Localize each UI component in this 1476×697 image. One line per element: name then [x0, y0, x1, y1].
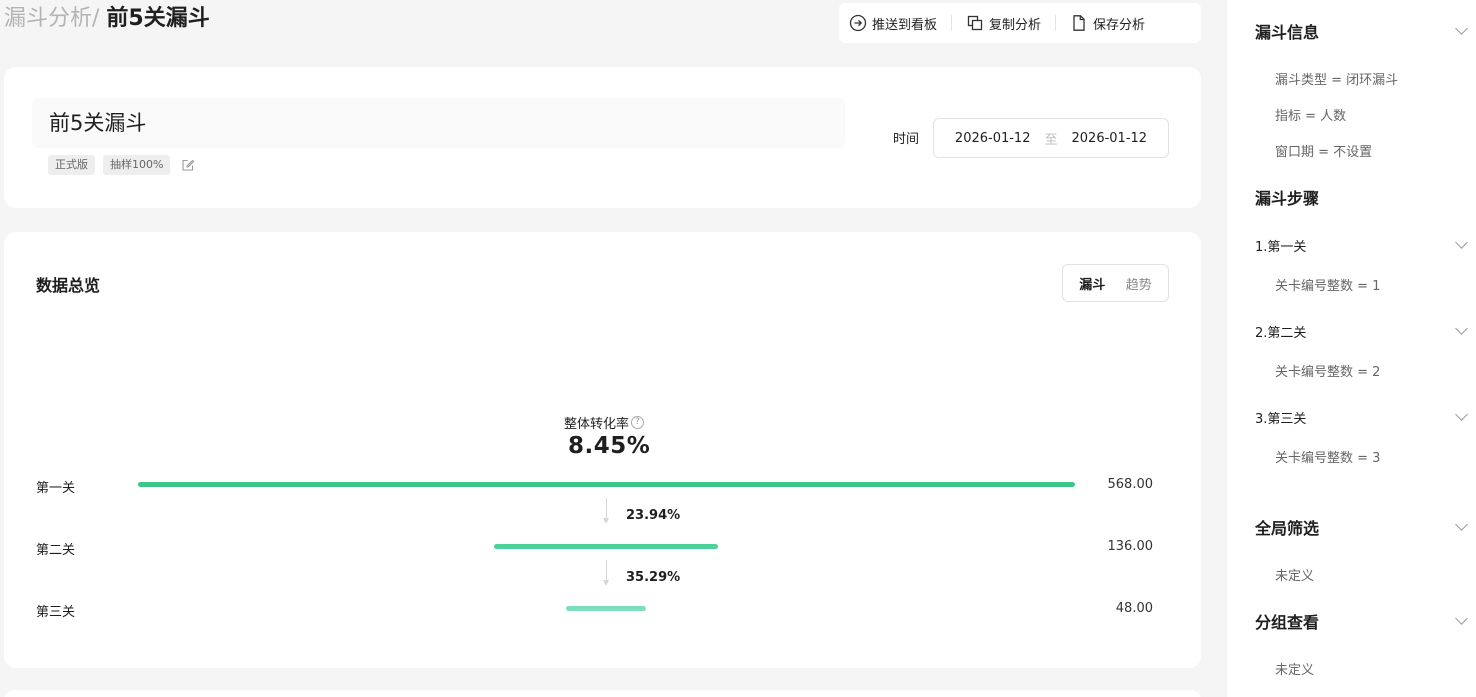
next-card [4, 690, 1201, 697]
global-filter-value: 未定义 [1275, 569, 1315, 584]
overview-title: 数据总览 [36, 276, 101, 295]
data-overview-card: 数据总览 漏斗 趋势 整体转化率 ? 8.45% 第一关 568.00 23.94%… [4, 232, 1201, 668]
step-conversion-rate: 35.29% [626, 570, 681, 585]
version-tag: 正式版 [48, 155, 95, 175]
push-to-board-label: 推送到看板 [872, 17, 938, 33]
save-analysis-button[interactable]: 保存分析 [1070, 14, 1145, 33]
funnel-title-input[interactable]: 前5关漏斗 [32, 98, 845, 148]
chevron-down-icon[interactable] [1455, 408, 1468, 421]
funnel-bar[interactable] [137, 482, 1075, 487]
funnel-bar[interactable] [493, 544, 719, 549]
funnel-step-value: 136.00 [1107, 539, 1154, 554]
breadcrumb-parent[interactable]: 漏斗分析/ [4, 6, 99, 31]
edit-icon[interactable] [180, 157, 196, 173]
funnel-header-card: 前5关漏斗 正式版 抽样100% 时间 2026-01-12 至 2026-01… [4, 67, 1201, 208]
funnel-step-label: 第二关 [36, 543, 76, 558]
chevron-down-icon[interactable] [1455, 322, 1468, 335]
chevron-down-icon[interactable] [1455, 612, 1468, 625]
funnel-step-label: 第一关 [36, 481, 76, 496]
overall-conversion-text: 整体转化率 [564, 417, 630, 432]
toolbar: 推送到看板 复制分析 保存分析 [839, 3, 1201, 43]
copy-analysis-label: 复制分析 [989, 17, 1042, 33]
overall-conversion-value: 8.45% [568, 433, 651, 459]
date-start: 2026-01-12 [954, 130, 1031, 146]
date-end: 2026-01-12 [1071, 130, 1148, 146]
divider [1055, 15, 1057, 31]
date-separator: 至 [1044, 132, 1058, 148]
date-range-picker[interactable]: 2026-01-12 至 2026-01-12 [933, 118, 1169, 158]
funnel-step-value: 48.00 [1115, 601, 1153, 616]
sampling-tag: 抽样100% [103, 155, 171, 175]
funnel-step-label: 第三关 [36, 605, 76, 620]
step-1-condition: 关卡编号整数 = 1 [1275, 279, 1381, 294]
save-analysis-label: 保存分析 [1093, 17, 1146, 33]
time-label: 时间 [893, 132, 920, 147]
copy-icon [966, 14, 984, 32]
funnel-info-title[interactable]: 漏斗信息 [1255, 19, 1319, 43]
tab-funnel[interactable]: 漏斗 [1079, 274, 1105, 293]
push-to-board-button[interactable]: 推送到看板 [849, 14, 937, 33]
arrow-down-icon [603, 498, 609, 528]
arrow-right-circle-icon [849, 14, 867, 32]
arrow-down-icon [603, 560, 609, 590]
global-filter-title[interactable]: 全局筛选 [1255, 515, 1319, 539]
group-by-value: 未定义 [1275, 663, 1315, 678]
step-1-label[interactable]: 1.第一关 [1255, 236, 1306, 255]
window-item: 窗口期 = 不设置 [1275, 145, 1373, 160]
tab-trend[interactable]: 趋势 [1126, 274, 1152, 293]
chevron-down-icon[interactable] [1455, 236, 1468, 249]
group-by-title[interactable]: 分组查看 [1255, 609, 1319, 633]
copy-analysis-button[interactable]: 复制分析 [966, 14, 1041, 33]
step-conversion-rate: 23.94% [626, 508, 681, 523]
overall-conversion-label: 整体转化率 ? [564, 413, 645, 432]
tag-group: 正式版 抽样100% [48, 155, 196, 175]
chevron-down-icon[interactable] [1455, 518, 1468, 531]
help-icon[interactable]: ? [631, 416, 645, 429]
breadcrumb: 漏斗分析/ 前5关漏斗 [4, 4, 210, 34]
breadcrumb-current: 前5关漏斗 [106, 6, 210, 31]
divider [951, 15, 953, 31]
file-icon [1070, 14, 1088, 32]
metric-item: 指标 = 人数 [1275, 109, 1347, 124]
funnel-steps-title: 漏斗步骤 [1255, 189, 1320, 208]
funnel-step-value: 568.00 [1107, 477, 1154, 492]
step-2-condition: 关卡编号整数 = 2 [1275, 365, 1381, 380]
chevron-down-icon[interactable] [1455, 22, 1468, 35]
view-toggle: 漏斗 趋势 [1062, 264, 1169, 302]
step-3-condition: 关卡编号整数 = 3 [1275, 451, 1381, 466]
funnel-type-item: 漏斗类型 = 闭环漏斗 [1275, 73, 1399, 88]
funnel-bar[interactable] [566, 606, 646, 611]
step-3-label[interactable]: 3.第三关 [1255, 408, 1306, 427]
step-2-label[interactable]: 2.第二关 [1255, 322, 1306, 341]
settings-panel: 漏斗信息 漏斗类型 = 闭环漏斗 指标 = 人数 窗口期 = 不设置 漏斗步骤 … [1227, 0, 1476, 697]
